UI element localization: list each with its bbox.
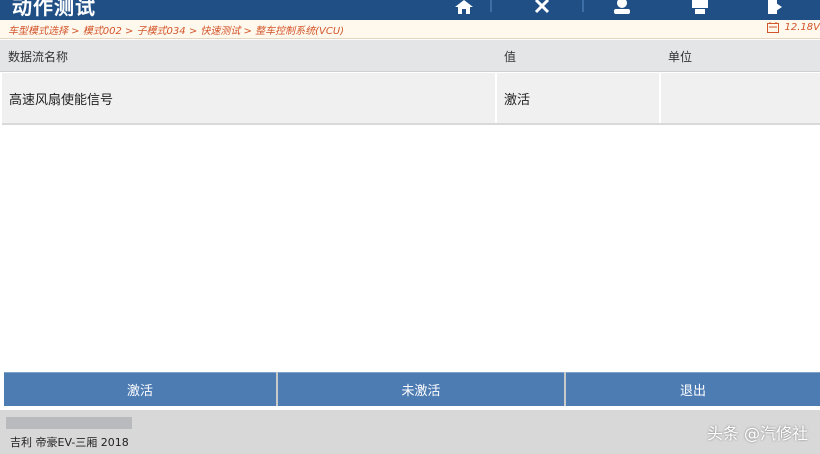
- vehicle-info: 吉利 帝豪EV-三厢 2018: [10, 436, 129, 449]
- exit-button[interactable]: 退出: [566, 372, 820, 406]
- table-row[interactable]: 高速风扇使能信号 激活: [2, 73, 820, 125]
- column-divider: [659, 73, 661, 123]
- activate-button[interactable]: 激活: [4, 372, 276, 406]
- action-button-bar: 激活 未激活 退出: [4, 372, 820, 406]
- title-bar: 动作测试: [0, 0, 820, 20]
- page-title: 动作测试: [12, 0, 96, 19]
- deactivate-button[interactable]: 未激活: [278, 372, 564, 406]
- column-header-name: 数据流名称: [8, 50, 69, 64]
- toolbar-separator: [582, 0, 584, 12]
- voltage-value: 12.18V: [784, 22, 820, 33]
- user-icon[interactable]: [594, 0, 650, 20]
- breadcrumb: 车型模式选择 > 模式002 > 子模式034 > 快速测试 > 整车控制系统(…: [0, 20, 820, 39]
- toolbar-separator: [490, 0, 492, 12]
- column-header-unit: 单位: [668, 50, 693, 64]
- exit-icon[interactable]: [746, 0, 802, 20]
- home-icon[interactable]: [436, 0, 492, 20]
- tools-icon[interactable]: [514, 0, 570, 20]
- redacted-block: [6, 417, 132, 429]
- voltage-indicator: 12.18V: [766, 22, 820, 33]
- print-icon[interactable]: [672, 0, 728, 20]
- battery-icon: [766, 22, 779, 33]
- column-header-value: 值: [504, 50, 517, 64]
- table-header: 数据流名称 值 单位: [0, 40, 820, 72]
- row-value: 激活: [504, 92, 531, 108]
- watermark: 头条 @汽修社: [706, 424, 808, 443]
- status-bar: 吉利 帝豪EV-三厢 2018 头条 @汽修社: [0, 410, 820, 454]
- breadcrumb-path[interactable]: 车型模式选择 > 模式002 > 子模式034 > 快速测试 > 整车控制系统(…: [8, 22, 344, 37]
- column-divider: [495, 73, 497, 123]
- row-name: 高速风扇使能信号: [9, 92, 114, 108]
